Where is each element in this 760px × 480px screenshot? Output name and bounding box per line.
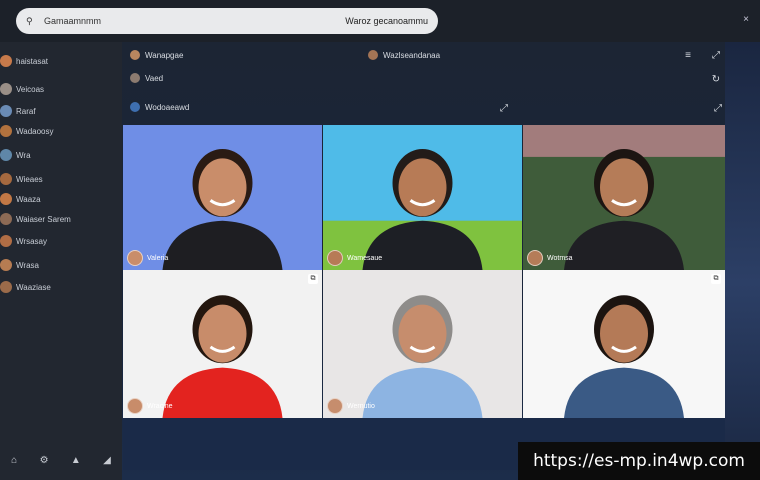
header-row1-center: Wazlseandanaa [383, 50, 441, 60]
participant-avatar [327, 250, 343, 266]
search-bar[interactable]: ⚲ Gamaamnmm Waroz gecanoammu [16, 8, 438, 34]
watermark: https://es-mp.in4wp.com [518, 442, 760, 480]
sidebar-item-label: Wadaoosy [16, 126, 54, 136]
sidebar-item-label: Wra [16, 150, 31, 160]
video-tile[interactable]: ⧉ [523, 270, 725, 418]
search-icon: ⚲ [26, 16, 33, 26]
user-avatar [130, 50, 140, 60]
header-row3-title: Wodoaeawd [145, 102, 190, 112]
participant-avatar [327, 398, 343, 414]
sidebar-item[interactable]: Waaza [0, 190, 41, 208]
video-grid: Valeria Wamesaue Wotmsa Wracine ⧉ Wernutio ⧉ [123, 125, 725, 418]
avatar [0, 173, 12, 185]
sidebar: haistasat Veicoas Raraf Wadaoosy Wra Wieaes Wa… [0, 42, 122, 480]
sidebar-item-label: Waiaser Sarem [16, 214, 71, 224]
avatar [0, 281, 12, 293]
sidebar-item-label: haistasat [16, 56, 49, 66]
header-row2-title: Vaed [145, 73, 164, 83]
expand-icon[interactable]: ⤢ [498, 103, 510, 115]
night-backdrop [725, 42, 760, 480]
sidebar-item-label: Wieaes [16, 174, 43, 184]
row2-avatar [130, 73, 140, 83]
pin-tile-icon[interactable]: ⧉ [308, 274, 318, 284]
header-row1-title: Wanapgae [145, 50, 184, 60]
header-row-1: Wanapgae [130, 50, 183, 60]
sidebar-item-label: Veicoas [16, 84, 45, 94]
sidebar-item[interactable]: Wra [0, 146, 31, 164]
avatar [0, 105, 12, 117]
participant-video [323, 125, 522, 270]
sidebar-item[interactable]: Raraf [0, 102, 36, 120]
sidebar-item-label: Raraf [16, 106, 36, 116]
participant-video [523, 270, 725, 418]
settings-icon[interactable]: ⚙ [40, 455, 49, 466]
pin-icon[interactable]: ⤢ [710, 50, 722, 62]
header-center: Wazlseandanaa [368, 50, 440, 60]
sidebar-item[interactable]: Waiaser Sarem [0, 210, 71, 228]
participant-avatar [127, 398, 143, 414]
video-tile[interactable]: Wotmsa [523, 125, 725, 270]
avatar [0, 83, 12, 95]
refresh-icon[interactable]: ↻ [710, 74, 722, 86]
header-row-2: Vaed [130, 73, 163, 83]
participant-name: Wamesaue [347, 254, 383, 262]
sidebar-item-label: Waaza [16, 194, 41, 204]
sidebar-item[interactable]: haistasat [0, 52, 48, 70]
sidebar-item[interactable]: Veicoas [0, 80, 44, 98]
participant-label: Valeria [127, 250, 168, 266]
participant-name: Wracine [147, 402, 173, 410]
sidebar-item[interactable]: Wrasa [0, 256, 39, 274]
sidebar-item-label: Wrsasay [16, 236, 47, 246]
participant-avatar [127, 250, 143, 266]
search-right-text: Waroz gecanoammu [345, 16, 428, 26]
avatar [0, 55, 12, 67]
row3-icon [130, 102, 140, 112]
participant-video [323, 270, 522, 418]
drive-icon[interactable]: ▲ [71, 455, 81, 466]
participant-video [123, 270, 322, 418]
avatar [0, 149, 12, 161]
sidebar-item-label: Waaziase [16, 282, 51, 292]
search-left-text: Gamaamnmm [44, 16, 102, 26]
header-row-3: Wodoaeawd [130, 102, 189, 112]
menu-icon[interactable]: ≡ [682, 50, 694, 62]
sidebar-item[interactable]: Wrsasay [0, 232, 47, 250]
video-tile[interactable]: Valeria [123, 125, 322, 270]
avatar [0, 259, 12, 271]
sidebar-item-label: Wrasa [16, 260, 39, 270]
pin-tile-icon[interactable]: ⧉ [711, 274, 721, 284]
avatar [0, 213, 12, 225]
participant-label: Wernutio [327, 398, 375, 414]
participant-label: Wracine [127, 398, 173, 414]
participant-name: Wotmsa [547, 254, 573, 262]
avatar [0, 125, 12, 137]
sidebar-toolbar: ⌂ ⚙ ▲ ◢ [0, 448, 122, 472]
participant-label: Wotmsa [527, 250, 573, 266]
fullscreen-icon[interactable]: ⤢ [712, 103, 724, 115]
center-avatar [368, 50, 378, 60]
expand-icon[interactable]: ◢ [103, 455, 111, 466]
home-icon[interactable]: ⌂ [11, 455, 17, 466]
sidebar-item[interactable]: Waaziase [0, 278, 51, 296]
video-tile[interactable]: Wracine ⧉ [123, 270, 322, 418]
avatar [0, 235, 12, 247]
sidebar-item[interactable]: Wadaoosy [0, 122, 54, 140]
participant-name: Wernutio [347, 402, 375, 410]
participant-video [523, 125, 725, 270]
close-icon[interactable]: × [740, 14, 752, 26]
participant-name: Valeria [147, 254, 169, 262]
participant-label: Wamesaue [327, 250, 382, 266]
participant-avatar [527, 250, 543, 266]
video-tile[interactable]: Wernutio [323, 270, 522, 418]
avatar [0, 193, 12, 205]
video-tile[interactable]: Wamesaue [323, 125, 522, 270]
sidebar-item[interactable]: Wieaes [0, 170, 43, 188]
browser-topbar: ⚲ Gamaamnmm Waroz gecanoammu × [0, 0, 760, 42]
participant-video [123, 125, 322, 270]
